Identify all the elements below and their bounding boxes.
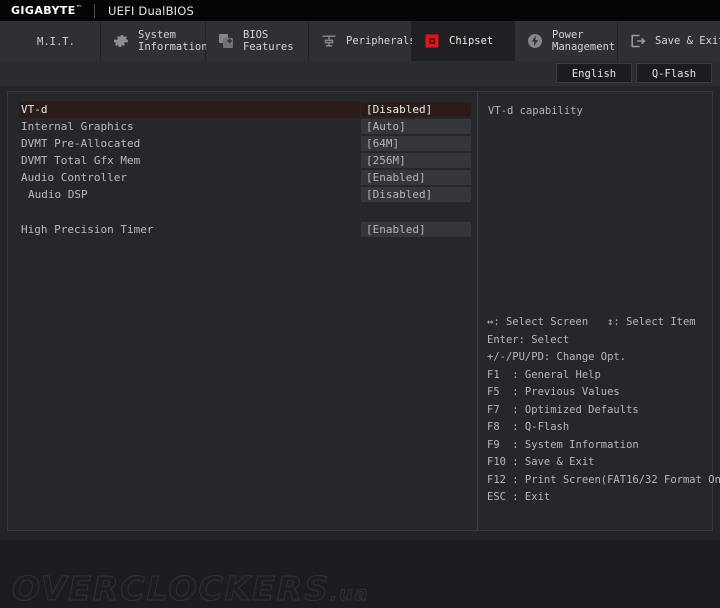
disc-icon xyxy=(10,27,30,47)
setting-value[interactable]: [Disabled] xyxy=(361,102,471,117)
tab-label-mit: M.I.T. xyxy=(37,36,75,48)
settings-row[interactable]: Audio DSP [Disabled] xyxy=(8,186,477,203)
help-description: VT-d capability xyxy=(488,105,583,117)
peripherals-icon xyxy=(319,31,339,51)
setting-value[interactable]: [Enabled] xyxy=(361,170,471,185)
help-key-line: ↔: Select Screen ↕: Select Item xyxy=(487,316,696,328)
help-key-line: ESC : Exit xyxy=(487,491,551,503)
setting-label: DVMT Total Gfx Mem xyxy=(21,154,141,167)
setting-label: Internal Graphics xyxy=(21,120,134,133)
tab-label-save-and-exit: Save & Exit xyxy=(655,35,720,47)
help-key-line: F7 : Optimized Defaults xyxy=(487,403,639,416)
settings-row[interactable]: Audio Controller [Enabled] xyxy=(8,169,477,186)
help-key-line: F12 : Print Screen(FAT16/32 Format Only) xyxy=(487,473,720,486)
chipset-icon xyxy=(422,31,442,51)
bios-chip-icon xyxy=(216,31,236,51)
settings-list: VT-d [Disabled] Internal Graphics [Auto] DVM… xyxy=(8,101,477,238)
help-key-list: ↔: Select Screen ↕: Select Item Enter: Se… xyxy=(487,314,720,507)
language-toolbar: English Q-Flash xyxy=(0,61,720,87)
bios-setup-screen: GIGABYTE™ UEFI DualBIOS M.I.T. System In… xyxy=(0,0,720,608)
setting-label: Audio DSP xyxy=(28,188,88,201)
settings-panel: VT-d [Disabled] Internal Graphics [Auto] DVM… xyxy=(7,91,477,531)
help-key-line: F1 : General Help xyxy=(487,368,601,381)
tab-bios-features[interactable]: BIOS Features xyxy=(206,21,309,61)
site-watermark: OVERCLOCKERS.ua xyxy=(11,569,370,608)
setting-label: High Precision Timer xyxy=(21,223,154,236)
power-bolt-icon xyxy=(525,31,545,51)
settings-row[interactable]: DVMT Total Gfx Mem [256M] xyxy=(8,152,477,169)
brand-bar: GIGABYTE™ UEFI DualBIOS xyxy=(0,0,720,21)
help-key-line: +/-/PU/PD: Change Opt. xyxy=(487,351,627,363)
settings-row[interactable]: DVMT Pre-Allocated [64M] xyxy=(8,135,477,152)
trademark-symbol: ™ xyxy=(75,4,83,12)
tab-label-power-management: Power Management xyxy=(552,29,616,53)
exit-arrow-icon xyxy=(628,31,648,51)
watermark-suffix: .ua xyxy=(330,583,370,606)
tab-peripherals[interactable]: Peripherals xyxy=(309,21,416,61)
help-key-line: F5 : Previous Values xyxy=(487,386,620,398)
help-key-line: F8 : Q-Flash xyxy=(487,421,570,433)
setting-label: Audio Controller xyxy=(21,171,127,184)
gigabyte-logo: GIGABYTE™ xyxy=(11,4,83,17)
settings-row[interactable]: VT-d [Disabled] xyxy=(8,101,477,118)
help-divider xyxy=(478,292,712,293)
setting-value[interactable]: [Auto] xyxy=(361,119,471,134)
tab-label-system-information: System Information xyxy=(138,29,208,53)
setup-body: VT-d [Disabled] Internal Graphics [Auto] DVM… xyxy=(0,86,720,608)
settings-row[interactable]: Internal Graphics [Auto] xyxy=(8,118,477,135)
setting-value[interactable]: [256M] xyxy=(361,153,471,168)
tab-system-information[interactable]: System Information xyxy=(101,21,208,61)
tab-save-and-exit[interactable]: Save & Exit xyxy=(618,21,720,61)
brand-divider xyxy=(94,3,96,18)
tab-mit[interactable]: M.I.T. xyxy=(0,21,101,61)
setting-label: DVMT Pre-Allocated xyxy=(21,137,141,150)
help-key-line: F9 : System Information xyxy=(487,438,639,451)
help-panel: VT-d capability ↔: Select Screen ↕: Sele… xyxy=(477,91,720,531)
tab-chipset[interactable]: Chipset xyxy=(412,21,515,61)
qflash-button[interactable]: Q-Flash xyxy=(636,63,712,83)
setting-value[interactable]: [64M] xyxy=(361,136,471,151)
settings-row-spacer xyxy=(8,203,477,221)
help-key-line: Enter: Select xyxy=(487,333,570,346)
setting-value[interactable]: [Disabled] xyxy=(361,187,471,202)
setting-value[interactable]: [Enabled] xyxy=(361,222,471,237)
tab-power-management[interactable]: Power Management xyxy=(515,21,618,61)
settings-row[interactable]: High Precision Timer [Enabled] xyxy=(8,221,477,238)
tab-label-peripherals: Peripherals xyxy=(346,35,416,47)
brand-subtitle: UEFI DualBIOS xyxy=(108,3,195,18)
main-tab-bar: M.I.T. System Information BIOS Features … xyxy=(0,21,720,62)
tab-label-bios-features: BIOS Features xyxy=(243,29,294,53)
setting-label: VT-d xyxy=(19,101,360,118)
tab-label-chipset: Chipset xyxy=(449,35,494,47)
language-button[interactable]: English xyxy=(556,63,632,83)
gear-icon xyxy=(111,31,131,51)
help-key-line: F10 : Save & Exit xyxy=(487,456,595,468)
